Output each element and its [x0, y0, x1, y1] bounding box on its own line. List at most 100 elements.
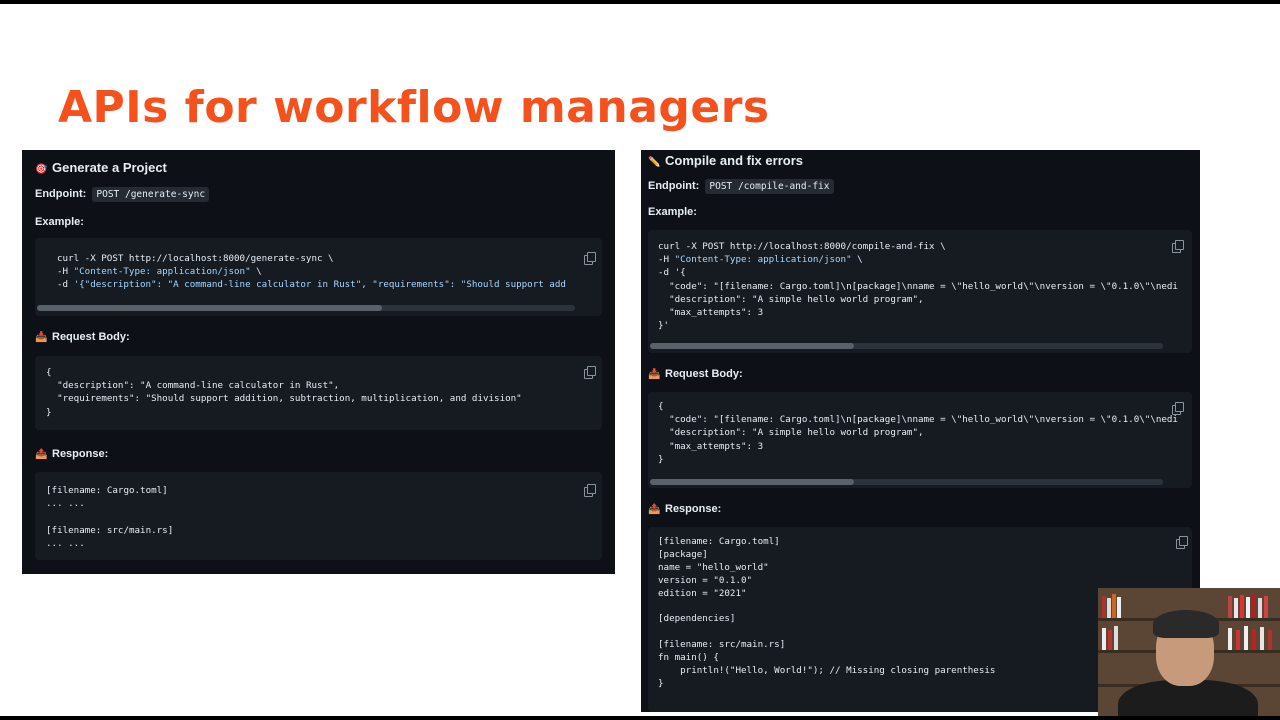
outbox-tray-icon: 📤 — [648, 504, 661, 515]
request-code-block: { "code": "[filename: Cargo.toml]\n[pack… — [648, 392, 1192, 488]
book — [1107, 598, 1111, 618]
book — [1252, 629, 1256, 650]
code-line: "description": "A simple hello world pro… — [658, 293, 924, 305]
code-line: -d '{ — [658, 267, 686, 279]
request-code: { "code": "[filename: Cargo.toml]\n[pack… — [658, 400, 1178, 466]
request-body-heading: 📥 Request Body: — [648, 368, 743, 380]
request-label: Request Body: — [665, 368, 743, 380]
code-line: "max_attempts": 3 — [658, 307, 764, 319]
code-line: [dependencies] — [658, 613, 736, 625]
book — [1228, 596, 1232, 618]
code-line: [filename: src/main.rs] — [658, 639, 786, 651]
book — [1102, 596, 1106, 618]
code-line: "code": "[filename: Cargo.toml]\n[packag… — [658, 414, 1178, 426]
target-icon: 🎯 — [35, 164, 48, 175]
code-line: \ — [851, 254, 863, 266]
request-label: Request Body: — [52, 331, 130, 343]
book — [1108, 630, 1112, 650]
code-line: } — [658, 677, 664, 689]
book — [1236, 630, 1240, 650]
code-line: -H — [57, 266, 74, 278]
code-string: '{"description": "A command-line calcula… — [73, 279, 566, 291]
outbox-tray-icon: 📤 — [35, 449, 48, 460]
code-line: [filename: Cargo.toml] — [658, 536, 780, 547]
code-line: } — [658, 453, 664, 465]
book — [1264, 596, 1268, 618]
copy-icon[interactable] — [1172, 240, 1184, 253]
code-line: "max_attempts": 3 — [658, 440, 764, 452]
compile-fix-heading: ✏️ Compile and fix errors — [648, 153, 803, 168]
code-string: "Content-Type: application/json" — [73, 266, 251, 278]
pencil-icon: ✏️ — [648, 157, 661, 168]
example-label: Example: — [648, 206, 697, 218]
copy-icon[interactable] — [584, 366, 596, 379]
code-line: edition = "2021" — [658, 587, 747, 599]
code-line: version = "0.1.0" — [658, 574, 753, 586]
copy-icon[interactable] — [1176, 536, 1188, 549]
code-line: }' — [658, 320, 670, 332]
book — [1228, 628, 1232, 650]
code-line: } — [46, 406, 52, 418]
code-line: -d — [57, 279, 74, 291]
code-line: ... ... — [46, 537, 85, 549]
book — [1244, 626, 1248, 650]
code-line: "code": "[filename: Cargo.toml]\n[packag… — [658, 280, 1178, 292]
endpoint-label: Endpoint: — [648, 180, 700, 192]
person-cap — [1153, 610, 1219, 638]
endpoint-row: Endpoint: POST /compile-and-fix — [648, 179, 834, 194]
copy-icon[interactable] — [584, 252, 596, 265]
heading-text: Compile and fix errors — [665, 153, 803, 168]
code-line: { — [658, 401, 664, 412]
response-label: Response: — [665, 503, 722, 515]
code-line: fn main() { — [658, 652, 719, 664]
code-line: -H — [658, 254, 675, 266]
book — [1117, 597, 1121, 618]
heading-text: Generate a Project — [52, 160, 167, 175]
response-code: [filename: Cargo.toml] ... ... [filename… — [46, 484, 173, 550]
code-line: \ — [250, 266, 262, 278]
code-line: { — [46, 367, 52, 378]
horizontal-scrollbar[interactable] — [650, 479, 1163, 485]
endpoint-value: POST /compile-and-fix — [705, 179, 834, 194]
scrollbar-thumb[interactable] — [650, 479, 854, 485]
scrollbar-thumb[interactable] — [650, 343, 854, 349]
code-line: [package] — [658, 548, 708, 560]
response-label: Response: — [52, 448, 109, 460]
scrollbar-thumb[interactable] — [37, 305, 382, 311]
code-line: "requirements": "Should support addition… — [46, 393, 522, 405]
inbox-tray-icon: 📥 — [648, 369, 661, 380]
book — [1260, 627, 1264, 650]
request-body-heading: 📥 Request Body: — [35, 331, 130, 343]
request-code-block: { "description": "A command-line calcula… — [35, 356, 602, 430]
endpoint-row: Endpoint: POST /generate-sync — [35, 187, 210, 202]
code-line: curl -X POST http://localhost:8000/compi… — [658, 241, 946, 252]
slide-title: APIs for workflow managers — [58, 82, 770, 133]
slide: APIs for workflow managers 🎯 Generate a P… — [0, 0, 1280, 720]
example-code: curl -X POST http://localhost:8000/compi… — [658, 240, 1178, 332]
book — [1246, 597, 1250, 618]
copy-icon[interactable] — [1172, 402, 1184, 415]
code-line: name = "hello_world" — [658, 561, 769, 573]
code-line: curl -X POST http://localhost:8000/gener… — [57, 253, 334, 264]
book — [1258, 598, 1262, 618]
response-code: [filename: Cargo.toml] [package] name = … — [658, 536, 995, 691]
example-code: curl -X POST http://localhost:8000/gener… — [57, 252, 566, 292]
code-line: ... ... — [46, 498, 85, 510]
generate-project-panel: 🎯 Generate a Project Endpoint: POST /gene… — [22, 150, 615, 574]
copy-icon[interactable] — [584, 484, 596, 497]
horizontal-scrollbar[interactable] — [650, 343, 1163, 349]
book — [1112, 594, 1116, 618]
inbox-tray-icon: 📥 — [35, 332, 48, 343]
code-line: [filename: Cargo.toml] — [46, 485, 168, 496]
code-line: "description": "A command-line calculato… — [46, 380, 340, 392]
response-heading: 📤 Response: — [648, 503, 721, 515]
book — [1102, 628, 1106, 650]
webcam-overlay — [1098, 588, 1280, 716]
code-string: "Content-Type: application/json" — [674, 254, 852, 266]
book — [1240, 595, 1244, 618]
response-heading: 📤 Response: — [35, 448, 108, 460]
example-label: Example: — [35, 216, 84, 228]
book — [1268, 630, 1272, 650]
endpoint-value: POST /generate-sync — [92, 187, 210, 202]
horizontal-scrollbar[interactable] — [37, 305, 575, 311]
